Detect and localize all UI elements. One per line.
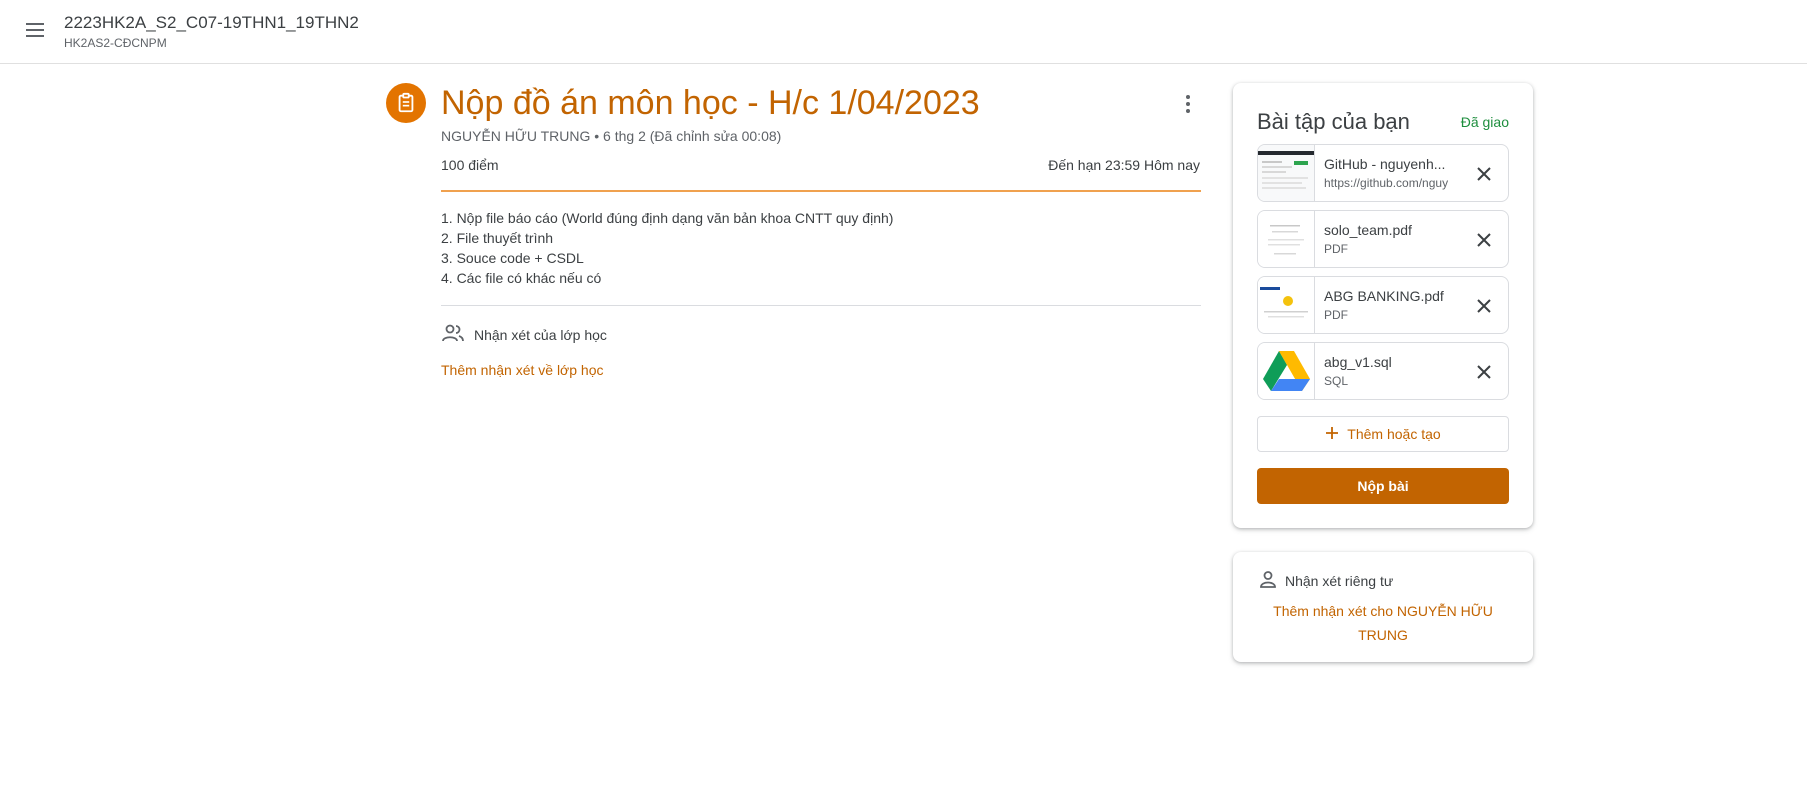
attachment-type: https://github.com/nguy (1324, 176, 1449, 190)
attachment-name: solo_team.pdf (1324, 222, 1412, 238)
divider (441, 305, 1201, 306)
hamburger-menu-icon[interactable] (20, 14, 52, 46)
assignment-meta: NGUYỄN HỮU TRUNG • 6 thg 2 (Đã chỉnh sửa… (441, 128, 782, 144)
private-comments-label: Nhận xét riêng tư (1285, 572, 1394, 589)
pdf-thumbnail (1258, 277, 1315, 333)
more-options-icon[interactable] (1176, 90, 1200, 118)
pdf-thumbnail (1258, 211, 1315, 267)
your-work-title: Bài tập của bạn (1257, 109, 1410, 134)
accent-divider (441, 190, 1201, 192)
private-comments-header: Nhận xét riêng tư (1259, 570, 1393, 591)
attachment-name: ABG BANKING.pdf (1324, 288, 1444, 304)
class-name[interactable]: 2223HK2A_S2_C07-19THN1_19THN2 (64, 13, 359, 33)
class-comments-label: Nhận xét của lớp học (474, 326, 607, 343)
class-section: HK2AS2-CĐCNPM (64, 36, 167, 50)
attachment-item[interactable]: ABG BANKING.pdf PDF (1257, 276, 1509, 334)
instruction-line: 1. Nộp file báo cáo (World đúng định dạn… (441, 210, 894, 226)
google-drive-icon (1258, 343, 1315, 399)
instruction-line: 2. File thuyết trình (441, 230, 554, 246)
top-bar: 2223HK2A_S2_C07-19THN1_19THN2 HK2AS2-CĐC… (0, 0, 1807, 64)
attachment-type: PDF (1324, 308, 1348, 322)
remove-attachment-icon[interactable] (1470, 160, 1498, 188)
your-work-card: Bài tập của bạn Đã giao GitHub - nguyenh… (1233, 83, 1533, 528)
people-icon (441, 323, 465, 346)
attachment-item[interactable]: solo_team.pdf PDF (1257, 210, 1509, 268)
add-or-create-button[interactable]: Thêm hoặc tạo (1257, 416, 1509, 452)
points: 100 điểm (441, 157, 499, 173)
class-comments-header: Nhận xét của lớp học (441, 323, 607, 346)
add-private-comment-link[interactable]: Thêm nhận xét cho NGUYỄN HỮU TRUNG (1253, 599, 1513, 647)
attachment-name: abg_v1.sql (1324, 354, 1392, 370)
attachment-item[interactable]: GitHub - nguyenh... https://github.com/n… (1257, 144, 1509, 202)
instructions: 1. Nộp file báo cáo (World đúng định dạn… (441, 208, 893, 288)
attachment-type: SQL (1324, 374, 1349, 388)
person-icon (1259, 570, 1277, 591)
status-badge: Đã giao (1460, 114, 1509, 130)
remove-attachment-icon[interactable] (1470, 358, 1498, 386)
add-or-create-label: Thêm hoặc tạo (1347, 426, 1441, 442)
attachment-item[interactable]: abg_v1.sql SQL (1257, 342, 1509, 400)
submit-button[interactable]: Nộp bài (1257, 468, 1509, 504)
assignment-icon (386, 83, 426, 123)
remove-attachment-icon[interactable] (1470, 226, 1498, 254)
instruction-line: 4. Các file có khác nếu có (441, 270, 602, 286)
remove-attachment-icon[interactable] (1470, 292, 1498, 320)
due-date: Đến hạn 23:59 Hôm nay (1048, 157, 1200, 173)
add-class-comment-link[interactable]: Thêm nhận xét về lớp học (441, 362, 604, 378)
private-comments-card: Nhận xét riêng tư Thêm nhận xét cho NGUY… (1233, 552, 1533, 662)
attachment-type: PDF (1324, 242, 1348, 256)
plus-icon (1325, 426, 1339, 443)
instruction-line: 3. Souce code + CSDL (441, 250, 584, 266)
attachment-name: GitHub - nguyenh... (1324, 156, 1446, 172)
assignment-title: Nộp đồ án môn học - H/c 1/04/2023 (441, 84, 980, 122)
github-thumbnail (1258, 145, 1315, 201)
